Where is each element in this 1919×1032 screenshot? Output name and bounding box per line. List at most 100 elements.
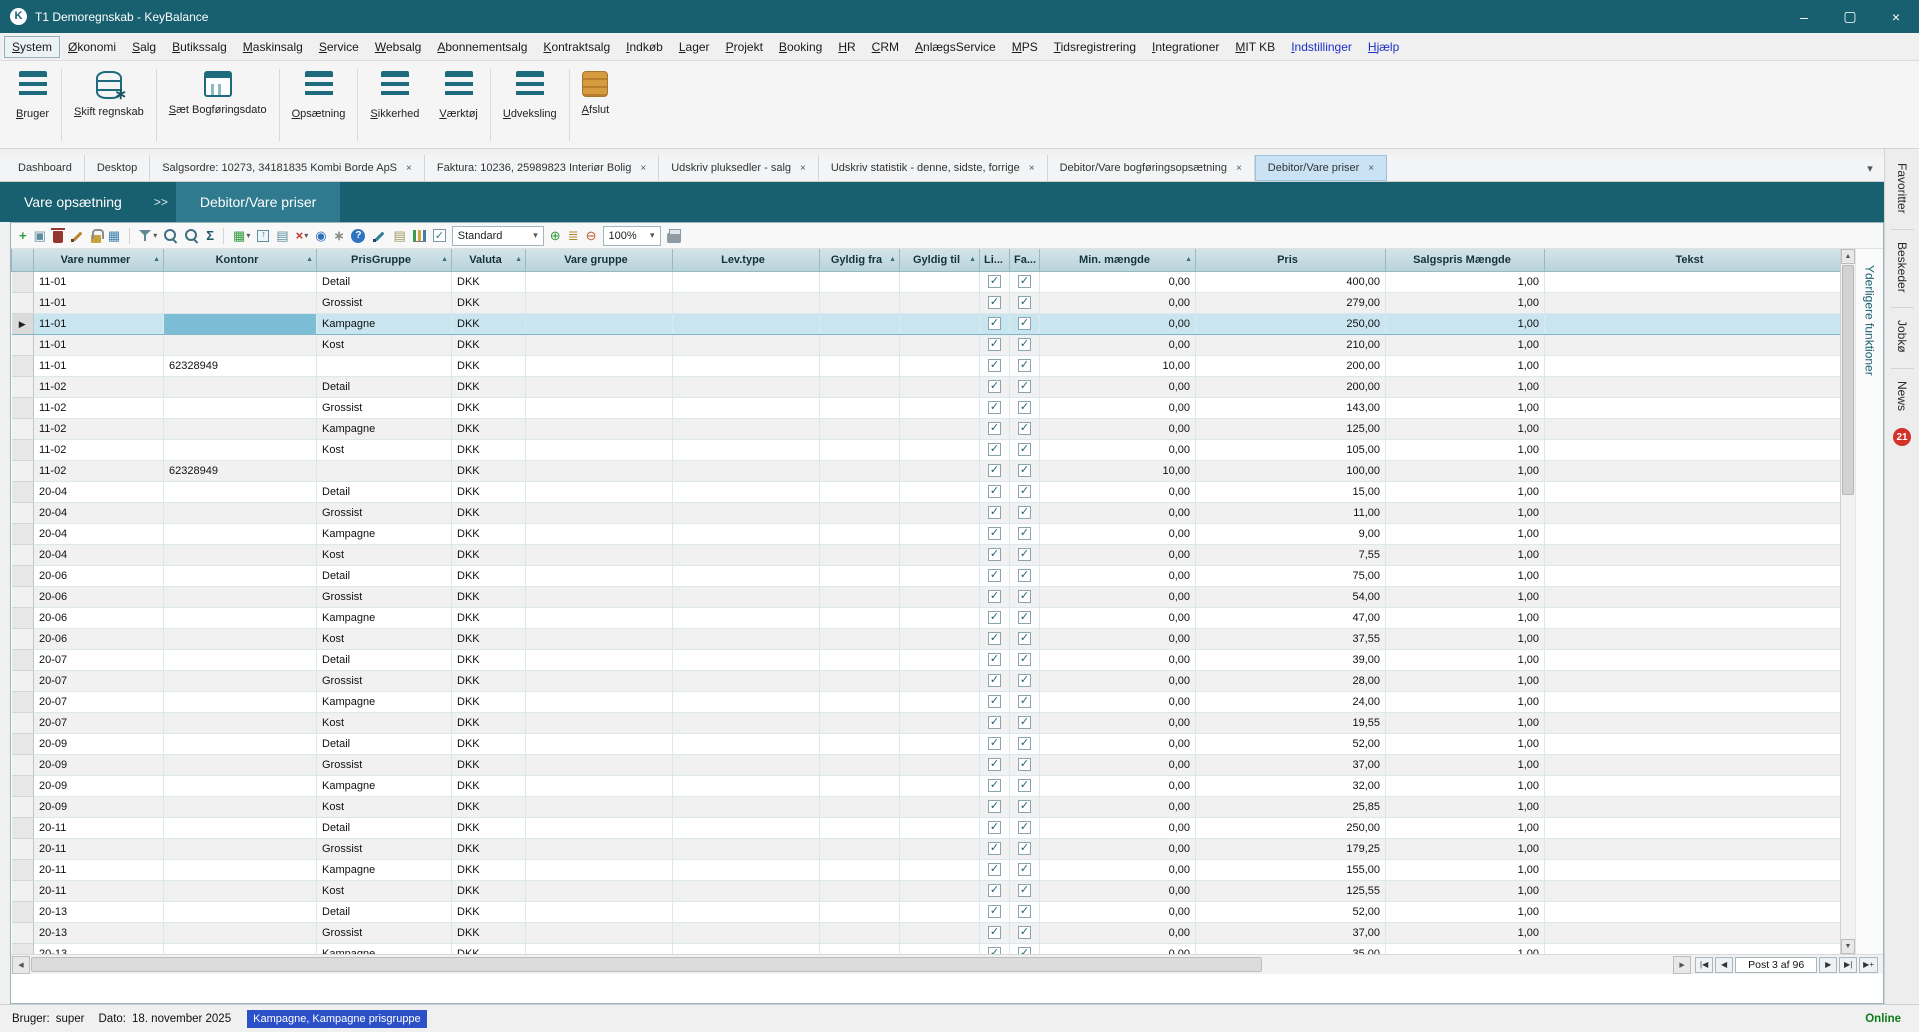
table-row[interactable]: 20-13GrossistDKK✓✓0,0037,001,00 [12,922,1841,943]
cell-pris[interactable]: 54,00 [1196,586,1386,607]
checkbox-icon[interactable]: ✓ [1018,695,1031,708]
checkbox-icon[interactable]: ✓ [988,632,1001,645]
cell-tekst[interactable] [1545,460,1841,481]
cell-pris[interactable]: 100,00 [1196,460,1386,481]
cell-li[interactable]: ✓ [980,523,1010,544]
checkbox-icon[interactable]: ✓ [988,695,1001,708]
cell-lev-type[interactable] [673,880,820,901]
cell-fa[interactable]: ✓ [1010,313,1040,334]
cell-vare-gruppe[interactable] [526,901,673,922]
cell-vare-gruppe[interactable] [526,922,673,943]
scroll-up-button[interactable]: ▲ [1841,249,1855,264]
row-selector[interactable] [12,523,34,544]
ribbon-button-bruger[interactable]: Bruger [6,67,59,122]
cell-min-mangde[interactable]: 0,00 [1040,796,1196,817]
cell-lev-type[interactable] [673,628,820,649]
cell-vare-nummer[interactable]: 20-09 [34,775,164,796]
table-row[interactable]: 20-07DetailDKK✓✓0,0039,001,00 [12,649,1841,670]
checkbox-icon[interactable]: ✓ [1018,884,1031,897]
cell-li[interactable]: ✓ [980,649,1010,670]
cell-vare-nummer[interactable]: 11-01 [34,334,164,355]
cell-vare-gruppe[interactable] [526,880,673,901]
cell-prisgruppe[interactable]: Kost [317,334,452,355]
cell-pris[interactable]: 52,00 [1196,733,1386,754]
cell-valuta[interactable]: DKK [452,880,526,901]
cell-fa[interactable]: ✓ [1010,523,1040,544]
cell-fa[interactable]: ✓ [1010,901,1040,922]
cell-lev-type[interactable] [673,523,820,544]
table-row[interactable]: 11-01DetailDKK✓✓0,00400,001,00 [12,271,1841,292]
cell-vare-gruppe[interactable] [526,691,673,712]
checkbox-icon[interactable]: ✓ [988,443,1001,456]
cell-gyldig-fra[interactable] [820,922,900,943]
cell-li[interactable]: ✓ [980,838,1010,859]
cell-vare-gruppe[interactable] [526,859,673,880]
checkbox-icon[interactable]: ✓ [988,317,1001,330]
row-selector[interactable] [12,607,34,628]
table-row[interactable]: 20-09GrossistDKK✓✓0,0037,001,00 [12,754,1841,775]
cell-pris[interactable]: 125,00 [1196,418,1386,439]
cell-valuta[interactable]: DKK [452,523,526,544]
cell-gyldig-til[interactable] [900,754,980,775]
row-selector[interactable] [12,691,34,712]
menu-item-booking[interactable]: Booking [771,36,830,58]
cell-gyldig-til[interactable] [900,418,980,439]
checkbox-icon[interactable]: ✓ [1018,548,1031,561]
cell-gyldig-til[interactable] [900,691,980,712]
table-row[interactable]: 11-0262328949DKK✓✓10,00100,001,00 [12,460,1841,481]
cell-valuta[interactable]: DKK [452,586,526,607]
row-selector[interactable] [12,565,34,586]
checkbox-icon[interactable]: ✓ [1018,611,1031,624]
checkbox-icon[interactable]: ✓ [1018,674,1031,687]
cell-kontonr[interactable] [164,838,317,859]
row-selector[interactable] [12,901,34,922]
cell-lev-type[interactable] [673,439,820,460]
checkbox-icon[interactable]: ✓ [1018,380,1031,393]
cell-vare-nummer[interactable]: 20-06 [34,607,164,628]
checkbox-icon[interactable]: ✓ [988,947,1001,954]
cell-gyldig-fra[interactable] [820,775,900,796]
tab-udskriv-statistik-denne-sidste-forrige[interactable]: Udskriv statistik - denne, sidste, forri… [819,155,1048,181]
prev-record-button[interactable]: ◀ [1715,957,1733,973]
table-row[interactable]: 20-11KostDKK✓✓0,00125,551,00 [12,880,1841,901]
cell-vare-gruppe[interactable] [526,355,673,376]
cell-li[interactable]: ✓ [980,607,1010,628]
row-selector[interactable] [12,670,34,691]
column-header-li[interactable]: Li... [980,249,1010,271]
cell-kontonr[interactable] [164,775,317,796]
filter-icon[interactable]: ▾ [138,227,158,245]
cell-li[interactable]: ✓ [980,418,1010,439]
cell-min-mangde[interactable]: 0,00 [1040,649,1196,670]
columns-icon[interactable]: ▦ [107,227,121,245]
cell-fa[interactable]: ✓ [1010,649,1040,670]
cell-lev-type[interactable] [673,901,820,922]
checkbox-icon[interactable]: ✓ [988,506,1001,519]
cell-prisgruppe[interactable]: Kampagne [317,313,452,334]
table-row[interactable]: 20-06DetailDKK✓✓0,0075,001,00 [12,565,1841,586]
cell-tekst[interactable] [1545,796,1841,817]
cell-fa[interactable]: ✓ [1010,691,1040,712]
cell-gyldig-til[interactable] [900,649,980,670]
cell-vare-nummer[interactable]: 11-01 [34,313,164,334]
cell-vare-nummer[interactable]: 20-09 [34,733,164,754]
cell-vare-gruppe[interactable] [526,523,673,544]
hscroll-track[interactable] [31,956,1672,974]
cell-vare-nummer[interactable]: 11-02 [34,376,164,397]
checkbox-icon[interactable]: ✓ [988,926,1001,939]
menu-item-service[interactable]: Service [311,36,367,58]
cell-li[interactable]: ✓ [980,775,1010,796]
row-selector[interactable] [12,376,34,397]
cell-li[interactable]: ✓ [980,943,1010,954]
print-icon[interactable] [666,227,682,245]
checkbox-icon[interactable]: ✓ [1018,821,1031,834]
menu-item-maskinsalg[interactable]: Maskinsalg [235,36,311,58]
cell-vare-gruppe[interactable] [526,271,673,292]
cell-min-mangde[interactable]: 0,00 [1040,586,1196,607]
cell-kontonr[interactable] [164,418,317,439]
close-icon[interactable]: × [800,163,806,174]
cell-prisgruppe[interactable]: Kampagne [317,775,452,796]
cell-lev-type[interactable] [673,796,820,817]
cell-gyldig-fra[interactable] [820,418,900,439]
cell-valuta[interactable]: DKK [452,313,526,334]
cell-min-mangde[interactable]: 0,00 [1040,943,1196,954]
